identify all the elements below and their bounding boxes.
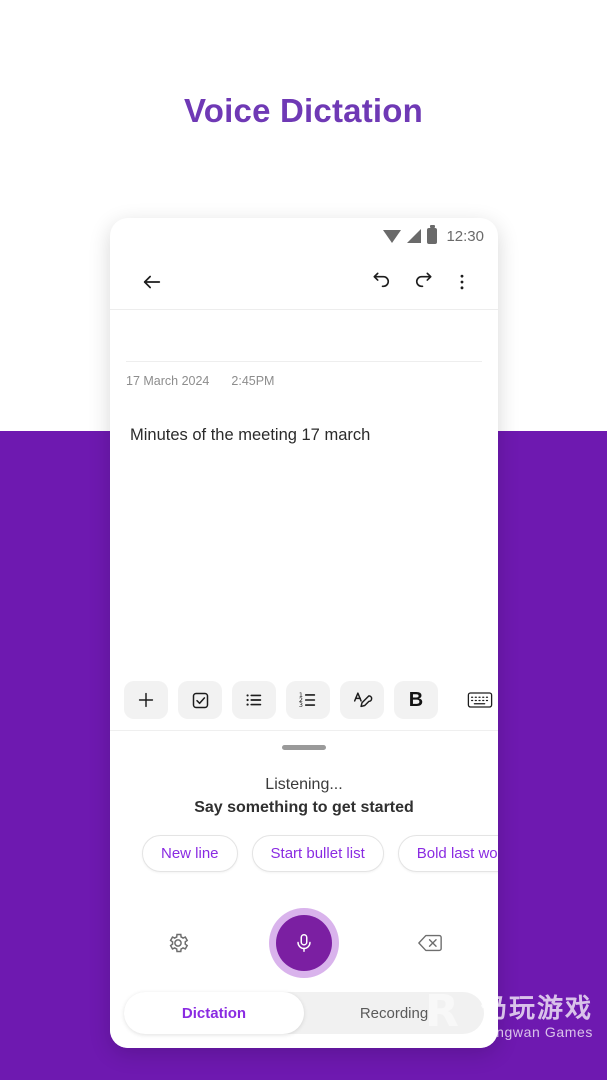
suggestion-chips: New line Start bullet list Bold last wo [110,835,498,872]
undo-icon [372,272,389,288]
redo-button[interactable] [402,262,442,302]
keyboard-icon [467,692,493,708]
dictation-controls [110,908,498,978]
dictation-sheet: Listening... Say something to get starte… [110,730,498,1048]
battery-icon [427,225,438,244]
svg-text:3: 3 [299,701,303,709]
handwriting-button[interactable] [340,681,384,719]
app-bar [110,254,498,310]
mic-button[interactable] [269,908,339,978]
signal-icon [407,229,422,243]
format-toolbar: 1 2 3 B [110,672,498,728]
gear-icon [169,933,189,953]
backspace-delete-icon [418,934,442,952]
undo-button[interactable] [362,262,402,302]
redo-icon [415,272,432,288]
bullet-list-button[interactable] [232,681,276,719]
tab-recording[interactable]: Recording [304,992,484,1034]
microphone-icon [297,934,311,952]
more-vertical-icon [460,274,464,289]
note-date: 17 March 2024 [126,374,210,388]
pen-write-icon [353,692,373,708]
chip-bold-last-word[interactable]: Bold last wo [397,835,498,872]
back-button[interactable] [132,262,172,302]
back-arrow-icon [143,275,161,288]
plus-icon [138,692,154,708]
keyboard-button[interactable] [458,681,498,719]
add-button[interactable] [124,681,168,719]
listening-status: Listening... [265,776,343,793]
wifi-icon [383,229,402,243]
phone-mockup: 12:30 17 March 2024 2:45PM Minutes of th… [110,218,498,1048]
page-title: Voice Dictation [184,92,423,129]
listening-hint: Say something to get started [194,799,414,816]
settings-button[interactable] [161,926,195,960]
more-options-button[interactable] [442,262,482,302]
sheet-drag-handle[interactable] [282,745,326,750]
numbered-list-icon: 1 2 3 [299,691,316,709]
note-meta: 17 March 2024 2:45PM [110,362,498,388]
bottom-tabs: Dictation Recording [124,992,484,1034]
numbered-list-button[interactable]: 1 2 3 [286,681,330,719]
note-time: 2:45PM [231,374,275,388]
backspace-button[interactable] [413,926,447,960]
bold-button[interactable]: B [394,681,438,719]
checklist-button[interactable] [178,681,222,719]
bullet-list-icon [246,694,262,706]
chip-new-line[interactable]: New line [142,835,238,872]
status-bar: 12:30 [110,218,498,254]
status-bar-clock: 12:30 [446,227,484,245]
mic-button-core [276,915,332,971]
tab-dictation[interactable]: Dictation [124,992,304,1034]
note-body-text[interactable]: Minutes of the meeting 17 march [110,388,498,445]
checkbox-icon [192,692,208,708]
note-title-field[interactable] [126,310,482,362]
chip-start-bullet-list[interactable]: Start bullet list [251,835,384,872]
